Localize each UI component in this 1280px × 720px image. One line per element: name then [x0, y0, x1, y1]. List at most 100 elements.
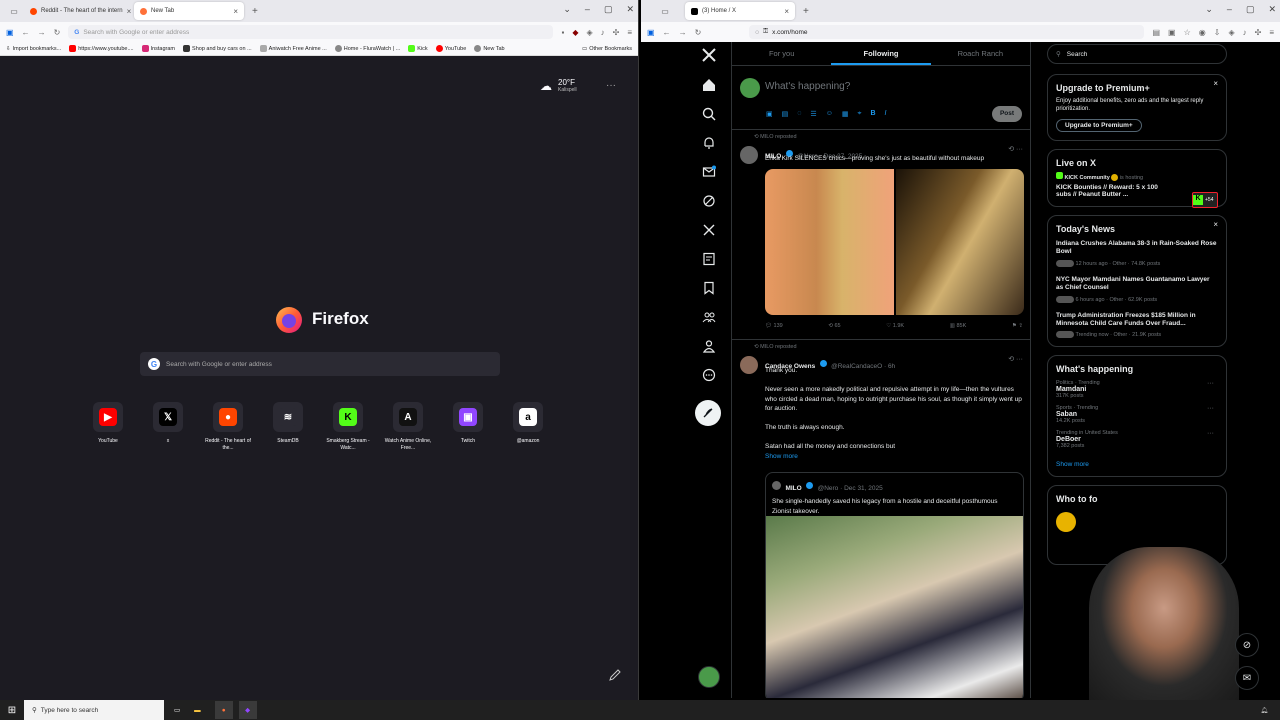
top-site-tile[interactable]: ▶ YouTube: [90, 402, 126, 451]
top-site-tile[interactable]: ● Reddit - The heart of the...: [205, 402, 251, 451]
audio-icon[interactable]: ♪: [601, 28, 605, 37]
tweet[interactable]: ⟲ MILO reposted MILO @Nero · Dec 27, 202…: [732, 130, 1030, 340]
app-taskbar-icon[interactable]: ◆: [238, 701, 257, 719]
star-icon[interactable]: ☆: [1184, 28, 1191, 37]
tweet-avatar[interactable]: [740, 146, 758, 164]
right-url-bar[interactable]: ◌ ⚿ x.com/home: [749, 25, 1145, 39]
forward-icon[interactable]: →: [679, 28, 687, 37]
bookmark-item[interactable]: Kick: [408, 45, 428, 52]
sidebar-icon[interactable]: ▣: [6, 28, 14, 37]
top-site-tile[interactable]: ▣ Twitch: [450, 402, 486, 451]
bookmark-item[interactable]: Home - FluraWatch | ...: [334, 45, 400, 52]
close-window-icon[interactable]: ✕: [1268, 4, 1276, 15]
forward-icon[interactable]: →: [38, 28, 46, 37]
file-explorer-icon[interactable]: ▬: [194, 707, 201, 714]
shield-icon[interactable]: ◈: [1228, 28, 1234, 37]
left-url-bar[interactable]: G Search with Google or enter address: [68, 25, 554, 39]
customize-pencil-icon[interactable]: [608, 668, 622, 687]
account-avatar[interactable]: [698, 666, 720, 688]
quoted-tweet[interactable]: MILO @Nero · Dec 31, 2025 She single-han…: [765, 472, 1024, 698]
shield-icon[interactable]: ◈: [586, 28, 592, 37]
maximize-icon[interactable]: ▢: [604, 4, 613, 15]
back-icon[interactable]: ←: [663, 28, 671, 37]
top-site-tile[interactable]: A Watch Anime Online, Free...: [385, 402, 431, 451]
tab-close-icon[interactable]: ×: [784, 7, 789, 16]
tweet-media[interactable]: [765, 169, 1024, 315]
audio-icon[interactable]: ♪: [1243, 28, 1247, 37]
tab-x-home[interactable]: (3) Home / X ×: [685, 2, 795, 20]
more-circle-icon[interactable]: [698, 364, 720, 386]
live-thumbnail[interactable]: K +54: [1192, 191, 1218, 208]
tab-close-icon[interactable]: ×: [127, 7, 132, 16]
close-icon[interactable]: ×: [1213, 79, 1218, 88]
download-icon[interactable]: ⇩: [1214, 28, 1221, 37]
trend-item[interactable]: Politics · Trending Mamdani 317K posts ·…: [1056, 380, 1218, 399]
puzzle-icon[interactable]: ✣: [613, 28, 620, 37]
top-site-tile[interactable]: 𝕏x: [150, 402, 186, 451]
menu-icon[interactable]: ≡: [627, 28, 632, 37]
image-icon[interactable]: ▣: [766, 110, 773, 118]
live-host[interactable]: KICK Community: [1065, 175, 1110, 181]
task-view-icon[interactable]: ▭: [174, 706, 180, 714]
show-more-link[interactable]: Show more: [765, 452, 1027, 462]
top-site-tile[interactable]: K Smakberg Stream - Watc...: [326, 402, 370, 451]
like-action[interactable]: ♡ 1.9K: [886, 323, 904, 329]
reload-icon[interactable]: ↻: [695, 28, 702, 37]
bookmark-item[interactable]: ⇩ Import bookmarks...: [6, 46, 61, 52]
x-premium-icon[interactable]: [698, 219, 720, 241]
weather-menu-icon[interactable]: ···: [606, 80, 616, 91]
bookmark-item[interactable]: YouTube: [435, 45, 466, 52]
tweet[interactable]: ⟲ MILO reposted Candace Owens @RealCanda…: [732, 340, 1030, 698]
top-site-tile[interactable]: ≋ SteamDB: [270, 402, 306, 451]
reply-action[interactable]: 💬︎ 139: [765, 323, 783, 329]
tab-following[interactable]: Following: [831, 42, 931, 65]
poll-icon[interactable]: ☰: [810, 110, 816, 118]
extension-icon[interactable]: ◉: [1199, 28, 1206, 37]
trend-more-icon[interactable]: ···: [1207, 430, 1214, 437]
tweet-more-icon[interactable]: ⟲ ···: [1008, 355, 1023, 363]
close-window-icon[interactable]: ✕: [626, 4, 634, 15]
show-more-link[interactable]: Show more: [1056, 461, 1218, 468]
weather-widget[interactable]: ☁ 20°F Kalispell: [540, 78, 577, 93]
news-item[interactable]: NYC Mayor Mamdani Names Guantanamo Lawye…: [1056, 276, 1218, 303]
minimize-icon[interactable]: –: [1227, 4, 1232, 15]
trend-more-icon[interactable]: ···: [1207, 405, 1214, 412]
bookmark-item[interactable]: New Tab: [474, 45, 505, 52]
search-icon[interactable]: [698, 103, 720, 125]
reload-icon[interactable]: ↻: [54, 28, 61, 37]
grok-floating-button[interactable]: ⊘: [1235, 633, 1259, 657]
minimize-icon[interactable]: –: [585, 4, 590, 15]
bookmark-share-actions[interactable]: ⚑ ⇪: [1012, 323, 1023, 329]
reader-icon[interactable]: ▤: [1152, 28, 1160, 37]
messages-floating-button[interactable]: ✉: [1235, 666, 1259, 690]
schedule-icon[interactable]: ▦: [842, 110, 849, 118]
compose-post-button[interactable]: [695, 400, 721, 426]
taskbar-search[interactable]: ⚲ Type here to search: [24, 700, 164, 720]
messages-icon[interactable]: [698, 161, 720, 183]
compose-input[interactable]: What's happening?: [765, 81, 850, 92]
maximize-icon[interactable]: ▢: [1246, 4, 1255, 15]
news-item[interactable]: Indiana Crushes Alabama 38-3 in Rain-Soa…: [1056, 240, 1218, 267]
trend-more-icon[interactable]: ···: [1207, 380, 1214, 387]
sidebar-icon[interactable]: ▣: [647, 28, 655, 37]
close-icon[interactable]: ×: [1213, 220, 1218, 229]
emoji-icon[interactable]: ☺: [826, 110, 833, 118]
views-action[interactable]: ▥ 85K: [950, 323, 967, 329]
tab-for-you[interactable]: For you: [732, 42, 831, 65]
top-site-tile[interactable]: a @amazon: [510, 402, 546, 451]
notifications-bell-icon[interactable]: [698, 132, 720, 154]
bookmark-item[interactable]: Aniwatch Free Anime ...: [259, 45, 327, 52]
trend-item[interactable]: Trending in United States DeBoer 7,382 p…: [1056, 430, 1218, 449]
gif-icon[interactable]: ▤: [782, 110, 789, 118]
x-logo-icon[interactable]: [698, 44, 720, 66]
upgrade-premium-button[interactable]: Upgrade to Premium+: [1056, 118, 1142, 132]
firefox-taskbar-icon[interactable]: ●: [214, 701, 233, 719]
trend-item[interactable]: Sports · Trending Saban 14.2K posts ···: [1056, 405, 1218, 424]
retweet-action[interactable]: ⟲ 65: [828, 323, 840, 329]
tab-close-icon[interactable]: ×: [233, 7, 238, 16]
suggested-avatar[interactable]: [1056, 512, 1076, 533]
communities-icon[interactable]: [698, 306, 720, 328]
location-icon[interactable]: ⌖: [857, 110, 861, 118]
post-button[interactable]: Post: [992, 106, 1022, 122]
extension-icon[interactable]: ▪: [561, 28, 564, 37]
